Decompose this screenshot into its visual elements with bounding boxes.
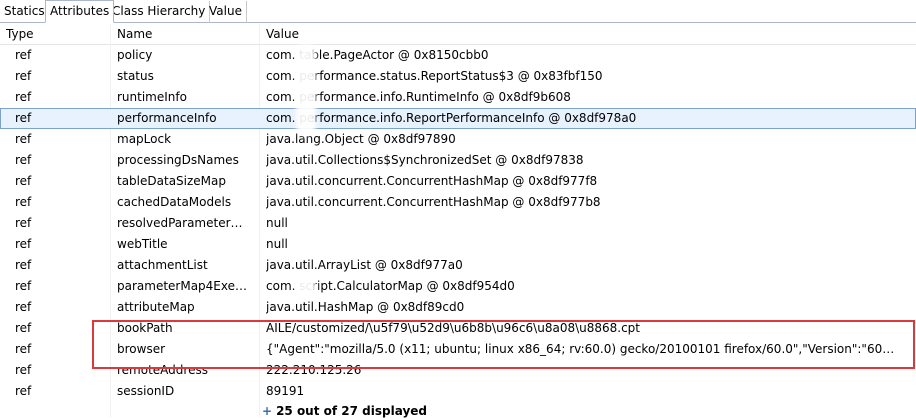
table-row[interactable]: ref cachedDataModels java.util.concurrent.…	[0, 192, 916, 213]
row-name: bookPath	[117, 321, 173, 335]
row-type: ref	[15, 153, 32, 167]
table-footer[interactable]: +25 out of 27 displayed	[262, 404, 427, 418]
table-row[interactable]: ref attachmentList java.util.ArrayList @ 0…	[0, 255, 916, 276]
row-name: policy	[117, 48, 153, 62]
table-row[interactable]: ref parameterMap4Exec... com. script.Calcu…	[0, 276, 916, 297]
row-name: resolvedParameterM...	[117, 216, 250, 230]
tab-bar: Statics Attributes Class Hierarchy Value	[0, 0, 916, 23]
row-value: java.util.Collections$SynchronizedSet @ …	[266, 153, 584, 167]
row-value: com. table.PageActor @ 0x8150cbb0	[266, 48, 489, 62]
row-value: com. script.CalculatorMap @ 0x8df954d0	[266, 279, 515, 293]
row-type: ref	[15, 258, 32, 272]
row-type: ref	[15, 300, 32, 314]
table-row[interactable]: ref status com. performance.status.ReportS…	[0, 66, 916, 87]
row-value: java.util.concurrent.ConcurrentHashMap @…	[266, 195, 601, 209]
tab-statics[interactable]: Statics	[0, 1, 50, 23]
row-type: ref	[15, 216, 32, 230]
column-header-type[interactable]: Type	[0, 24, 111, 44]
table-row[interactable]: ref runtimeInfo com. performance.info.Runt…	[0, 87, 916, 108]
column-header-name[interactable]: Name	[111, 24, 260, 44]
table-header: Type Name Value	[0, 24, 916, 45]
row-type: ref	[15, 69, 32, 83]
row-value: com. performance.info.RuntimeInfo @ 0x8d…	[266, 90, 571, 104]
row-value: com. performance.status.ReportStatus$3 @…	[266, 69, 603, 83]
attributes-table: Type Name Value ref policy com. table.Page…	[0, 24, 916, 417]
table-row[interactable]: ref policy com. table.PageActor @ 0x8150cb…	[0, 45, 916, 66]
row-type: ref	[15, 48, 32, 62]
row-type: ref	[15, 321, 32, 335]
row-type: ref	[15, 195, 32, 209]
column-header-value[interactable]: Value	[260, 24, 916, 44]
row-name: cachedDataModels	[117, 195, 232, 209]
row-name: browser	[117, 342, 166, 356]
row-name: runtimeInfo	[117, 90, 187, 104]
row-name: processingDsNames	[117, 153, 239, 167]
tab-value[interactable]: Value	[205, 1, 247, 23]
row-name: remoteAddress	[117, 363, 208, 377]
row-value: java.util.ArrayList @ 0x8df977a0	[266, 258, 463, 272]
row-value: 89191	[266, 384, 305, 398]
row-type: ref	[15, 90, 32, 104]
row-value: com. performance.info.ReportPerformanceI…	[266, 111, 637, 125]
row-value: null	[266, 237, 288, 251]
table-row[interactable]: ref remoteAddress 222.210.125.26	[0, 360, 916, 381]
table-row[interactable]: ref resolvedParameterM... null	[0, 213, 916, 234]
row-value: java.lang.Object @ 0x8df97890	[266, 132, 456, 146]
row-name: attributeMap	[117, 300, 195, 314]
row-name: mapLock	[117, 132, 172, 146]
table-row[interactable]: ref performanceInfo com. performance.info.…	[0, 108, 916, 129]
row-type: ref	[15, 384, 32, 398]
table-row[interactable]: ref mapLock java.lang.Object @ 0x8df97890	[0, 129, 916, 150]
row-name: webTitle	[117, 237, 168, 251]
table-row[interactable]: ref bookPath AILE/customized/\u5f79\u52d9\…	[0, 318, 916, 339]
table-body: ref policy com. table.PageActor @ 0x8150cb…	[0, 45, 916, 402]
row-name: sessionID	[117, 384, 175, 398]
expand-icon[interactable]: +	[262, 404, 272, 418]
row-type: ref	[15, 279, 32, 293]
table-row[interactable]: ref sessionID 89191	[0, 381, 916, 402]
row-value: AILE/customized/\u5f79\u52d9\u6b8b\u96c6…	[266, 321, 641, 335]
tab-class-hierarchy[interactable]: Class Hierarchy	[108, 1, 211, 23]
table-row[interactable]: ref processingDsNames java.util.Collection…	[0, 150, 916, 171]
redaction-blur	[296, 274, 316, 300]
table-row[interactable]: ref webTitle null	[0, 234, 916, 255]
row-type: ref	[15, 237, 32, 251]
row-name: tableDataSizeMap	[117, 174, 227, 188]
row-type: ref	[15, 132, 32, 146]
redaction-blur	[296, 44, 316, 136]
row-type: ref	[15, 342, 32, 356]
tab-attributes[interactable]: Attributes	[45, 0, 115, 23]
row-value: java.util.HashMap @ 0x8df89cd0	[266, 300, 465, 314]
row-value: java.util.concurrent.ConcurrentHashMap @…	[266, 174, 598, 188]
row-name: performanceInfo	[117, 111, 217, 125]
displayed-count-label: 25 out of 27 displayed	[276, 404, 427, 418]
row-value: 222.210.125.26	[266, 363, 362, 377]
row-value: null	[266, 216, 288, 230]
row-type: ref	[15, 174, 32, 188]
row-type: ref	[15, 363, 32, 377]
table-row[interactable]: ref tableDataSizeMap java.util.concurrent.…	[0, 171, 916, 192]
row-value: {"Agent":"mozilla/5.0 (x11; ubuntu; linu…	[266, 342, 896, 356]
row-type: ref	[15, 111, 32, 125]
table-row[interactable]: ref browser {"Agent":"mozilla/5.0 (x11; ub…	[0, 339, 916, 360]
row-name: parameterMap4Exec...	[117, 279, 250, 293]
table-row[interactable]: ref attributeMap java.util.HashMap @ 0x8df…	[0, 297, 916, 318]
row-name: status	[117, 69, 154, 83]
row-name: attachmentList	[117, 258, 208, 272]
